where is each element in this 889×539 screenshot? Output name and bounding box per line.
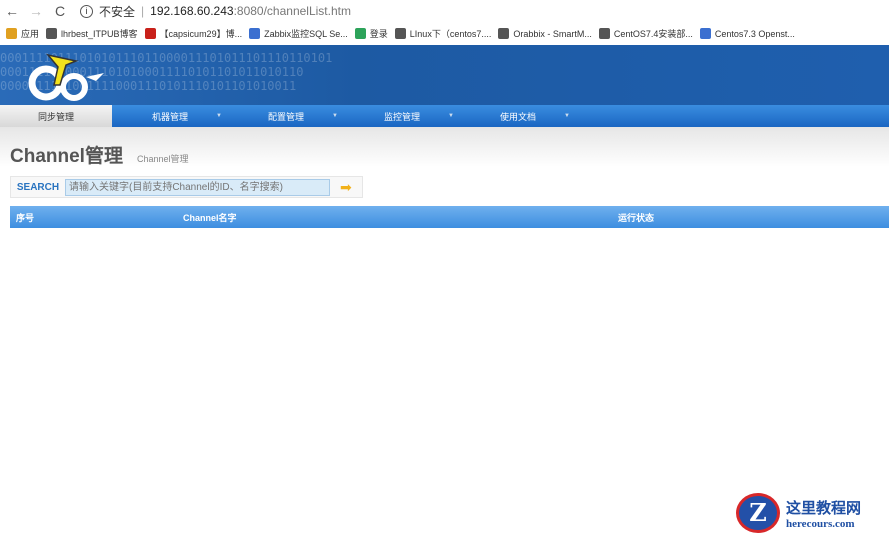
main-menu: 同步管理 机器管理 ▼ 配置管理 ▼ 监控管理 ▼ 使用文档 ▼ bbox=[0, 105, 889, 127]
main-content: Channel管理 Channel管理 SEARCH ➡ 序号 Channel名… bbox=[0, 127, 889, 228]
menu-label: 监控管理 bbox=[383, 111, 420, 122]
url-host: 192.168.60.243 bbox=[150, 4, 234, 18]
dropdown-arrow-icon: ▼ bbox=[332, 113, 338, 119]
security-label: 不安全 bbox=[99, 4, 136, 19]
bookmark-label: lhrbest_ITPUB博客 bbox=[61, 29, 138, 39]
bookmark-label: 应用 bbox=[21, 29, 40, 39]
bookmark-item[interactable]: lhrbest_ITPUB博客 bbox=[46, 22, 138, 45]
search-box: SEARCH ➡ bbox=[10, 176, 363, 198]
menu-item[interactable]: 机器管理 ▼ bbox=[112, 105, 228, 127]
watermark-logo: Z bbox=[736, 493, 780, 533]
bookmark-item[interactable]: CentOS7.4安装部... bbox=[598, 22, 693, 45]
menu-item[interactable]: 使用文档 ▼ bbox=[460, 105, 576, 127]
csdn-icon bbox=[144, 28, 156, 39]
forward-button[interactable]: → bbox=[24, 3, 48, 19]
menu-item[interactable]: 配置管理 ▼ bbox=[228, 105, 344, 127]
watermark-domain: herecours.com bbox=[786, 517, 855, 530]
url-path: :8080/channelList.htm bbox=[233, 4, 351, 18]
column-header-status[interactable]: 运行状态 bbox=[618, 211, 654, 224]
search-label: SEARCH bbox=[16, 181, 60, 193]
reload-button[interactable]: C bbox=[48, 3, 72, 19]
bookmark-label: 【capsicum29】博... bbox=[159, 29, 243, 39]
bookmark-label: 登录 bbox=[369, 29, 388, 39]
bookmark-item[interactable]: 【capsicum29】博... bbox=[144, 22, 243, 45]
pen-icon bbox=[249, 28, 261, 39]
script-icon bbox=[394, 28, 406, 39]
bookmark-item[interactable]: 登录 bbox=[354, 22, 388, 45]
column-header-index[interactable]: 序号 bbox=[10, 211, 183, 224]
menu-label: 配置管理 bbox=[267, 111, 304, 122]
dropdown-arrow-icon: ▼ bbox=[564, 113, 570, 119]
page-subtitle: Channel管理 bbox=[136, 154, 189, 164]
script-icon bbox=[598, 28, 610, 39]
apps-icon bbox=[6, 28, 17, 39]
bookmark-item[interactable]: 应用 bbox=[6, 22, 39, 45]
bookmark-item[interactable]: LInux下（centos7.... bbox=[394, 22, 492, 45]
bookmark-label: LInux下（centos7.... bbox=[409, 29, 492, 39]
bookmark-label: Zabbix监控SQL Se... bbox=[264, 29, 348, 39]
watermark-title: 这里教程网 bbox=[786, 498, 862, 517]
watermark: Z 这里教程网 herecours.com bbox=[736, 493, 886, 533]
search-arrow-icon[interactable]: ➡ bbox=[340, 180, 358, 194]
table-header: 序号 Channel名字 运行状态 bbox=[10, 206, 889, 228]
dropdown-arrow-icon: ▼ bbox=[216, 113, 222, 119]
header-banner: 0001111011101010111011000011101011101110… bbox=[0, 45, 889, 105]
menu-label: 同步管理 bbox=[37, 111, 74, 122]
globe-icon bbox=[498, 28, 510, 39]
menu-label: 使用文档 bbox=[499, 111, 536, 122]
menu-item[interactable]: 监控管理 ▼ bbox=[344, 105, 460, 127]
info-icon[interactable]: i bbox=[80, 4, 93, 18]
logo[interactable] bbox=[26, 51, 106, 103]
browser-toolbar: ← → C i 不安全 | 192.168.60.243:8080/channe… bbox=[0, 0, 889, 22]
bookmark-item[interactable]: Centos7.3 Openst... bbox=[699, 22, 795, 45]
column-header-channel-name[interactable]: Channel名字 bbox=[183, 211, 618, 224]
pen-icon bbox=[699, 28, 711, 39]
back-button[interactable]: ← bbox=[0, 3, 24, 19]
address-bar[interactable]: i 不安全 | 192.168.60.243:8080/channelList.… bbox=[80, 3, 351, 20]
dropdown-arrow-icon: ▼ bbox=[448, 113, 454, 119]
globe-icon bbox=[46, 28, 58, 39]
bookmarks-bar: 应用 lhrbest_ITPUB博客 【capsicum29】博... Zabbix监… bbox=[0, 22, 889, 45]
login-icon bbox=[354, 28, 366, 39]
menu-label: 机器管理 bbox=[151, 111, 188, 122]
bookmark-label: CentOS7.4安装部... bbox=[613, 29, 693, 39]
bookmark-item[interactable]: Zabbix监控SQL Se... bbox=[249, 22, 348, 45]
bookmark-label: Centos7.3 Openst... bbox=[714, 28, 795, 39]
bookmark-item[interactable]: Orabbix - SmartM... bbox=[498, 22, 592, 45]
page-title: Channel管理 bbox=[10, 146, 123, 167]
search-input[interactable] bbox=[65, 178, 330, 196]
bookmark-label: Orabbix - SmartM... bbox=[513, 28, 592, 39]
menu-item[interactable]: 同步管理 bbox=[0, 105, 112, 127]
